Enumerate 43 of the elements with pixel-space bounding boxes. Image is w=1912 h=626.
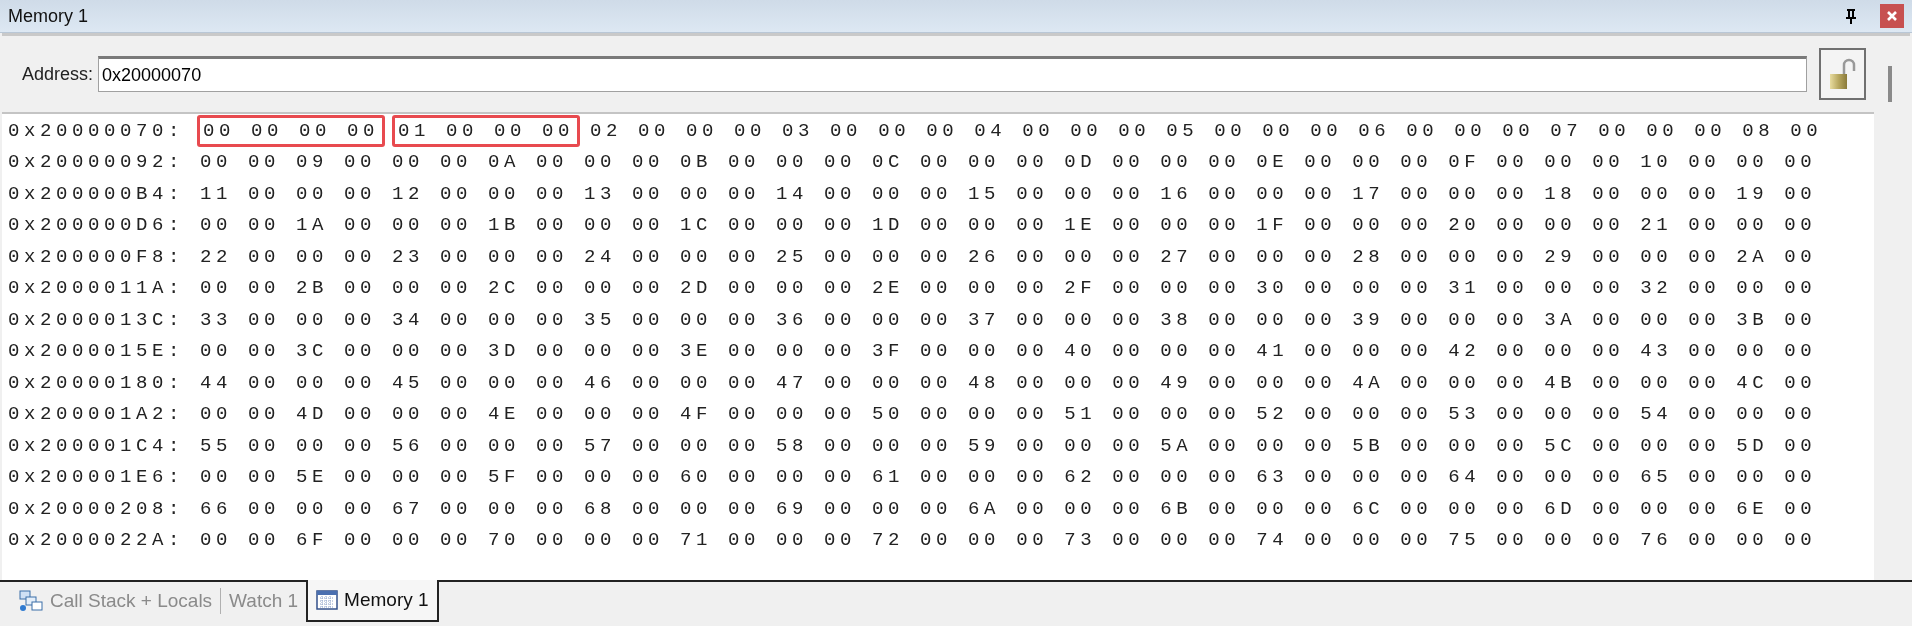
- byte-values: 22 00 00 00 23 00 00 00 24 00 00 00 25 00 00 00 26 00 00 00 27 00 00 00 28 00 00 00 29 00 00 00 2A 00: [199, 244, 1818, 270]
- address-label: Address:: [22, 63, 94, 85]
- row-address: 0x2000011A:: [8, 277, 185, 300]
- row-address: 0x2000013C:: [8, 308, 185, 331]
- close-button[interactable]: [1880, 4, 1904, 28]
- row-address: 0x200000B4:: [8, 182, 185, 205]
- pin-icon[interactable]: [1844, 8, 1858, 24]
- byte-values: 55 00 00 00 56 00 00 00 57 00 00 00 58 00 00 00 59 00 00 00 5A 00 00 00 5B 00 00 00 5C 00 00 00 5D 00: [199, 433, 1818, 459]
- row-address: 0x200000F8:: [8, 245, 185, 268]
- byte-values: 00 00 5E 00 00 00 5F 00 00 00 60 00 00 00 61 00 00 00 62 00 00 00 63 00 00 00 64 00 00 00 65 00 00 00: [199, 465, 1818, 491]
- tab[interactable]: Memory 1: [306, 580, 439, 622]
- row-address: 0x200001C4:: [8, 434, 185, 457]
- padlock-icon: [1827, 57, 1858, 91]
- row-address: 0x200001E6:: [8, 466, 185, 489]
- row-address: 0x2000015E:: [8, 340, 185, 363]
- row-address: 0x200001A2:: [8, 403, 185, 426]
- byte-values: 33 00 00 00 34 00 00 00 35 00 00 00 36 00 00 00 37 00 00 00 38 00 00 00 39 00 00 00 3A 00 00 00 3B 00: [199, 307, 1818, 333]
- scrollbar[interactable]: [1874, 36, 1910, 580]
- stack-windows-icon: [18, 589, 44, 613]
- byte-values: 00 00 3C 00 00 00 3D 00 00 00 3E 00 00 00 3F 00 00 00 40 00 00 00 41 00 00 00 42 00 00 00 43 00 00 00: [199, 339, 1818, 365]
- address-field[interactable]: 0x20000070: [98, 56, 1807, 92]
- scroll-thumb[interactable]: [1888, 66, 1892, 102]
- byte-values: 01 00 00 00: [392, 114, 581, 147]
- byte-values: 00 00 4D 00 00 00 4E 00 00 00 4F 00 00 00 50 00 00 00 51 00 00 00 52 00 00 00 53 00 00 00 54 00 00 00: [199, 402, 1818, 428]
- close-icon: [1885, 9, 1899, 23]
- grid-icon: [316, 590, 339, 610]
- byte-values: 00 00 09 00 00 00 0A 00 00 00 0B 00 00 00 0C 00 00 00 0D 00 00 00 0E 00 00 00 0F 00 00 00 10 00 00 00: [199, 150, 1818, 176]
- byte-values: 11 00 00 00 12 00 00 00 13 00 00 00 14 00 00 00 15 00 00 00 16 00 00 00 17 00 00 00 18 00 00 00 19 00: [199, 181, 1818, 207]
- row-address: 0x20000092:: [8, 151, 185, 174]
- byte-values: 00 00 6F 00 00 00 70 00 00 00 71 00 00 00 72 00 00 00 73 00 00 00 74 00 00 00 75 00 00 00 76 00 00 00: [199, 528, 1818, 554]
- byte-values: 00 00 00 00: [197, 114, 386, 147]
- byte-values: 02 00 00 00 03 00 00 00 04 00 00 00 05 00 00 00 06 00 00 00 07 00 00 00 08 00: [589, 118, 1824, 144]
- row-address: 0x20000208:: [8, 497, 185, 520]
- row-address: 0x20000070:: [8, 119, 185, 142]
- row-address: 0x200000D6:: [8, 214, 185, 237]
- window-title: Memory 1: [8, 5, 89, 27]
- byte-values: 44 00 00 00 45 00 00 00 46 00 00 00 47 00 00 00 48 00 00 00 49 00 00 00 4A 00 00 00 4B 00 00 00 4C 00: [199, 370, 1818, 396]
- byte-values: 00 00 2B 00 00 00 2C 00 00 00 2D 00 00 00 2E 00 00 00 2F 00 00 00 30 00 00 00 31 00 00 00 32 00 00 00: [199, 276, 1818, 302]
- row-address: 0x20000180:: [8, 371, 185, 394]
- byte-values: 00 00 1A 00 00 00 1B 00 00 00 1C 00 00 00 1D 00 00 00 1E 00 00 00 1F 00 00 00 20 00 00 00 21 00 00 00: [199, 213, 1818, 239]
- byte-values: 66 00 00 00 67 00 00 00 68 00 00 00 69 00 00 00 6A 00 00 00 6B 00 00 00 6C 00 00 00 6D 00 00 00 6E 00: [199, 496, 1818, 522]
- lock-button[interactable]: [1819, 48, 1866, 100]
- row-address: 0x2000022A:: [8, 529, 185, 552]
